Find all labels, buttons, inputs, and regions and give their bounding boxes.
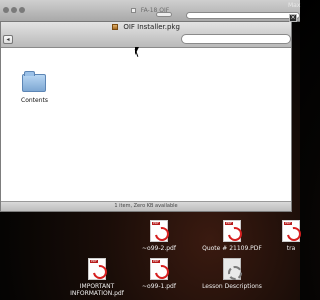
pdf-icon: PDF — [223, 220, 241, 242]
title-bar[interactable]: OIF Installer.pkg ◂ — [1, 22, 291, 48]
desktop-file-o99-2[interactable]: PDF ~o99-2.pdf — [136, 220, 182, 252]
package-icon — [112, 24, 119, 30]
desktop-corner-label: Max — [288, 2, 301, 9]
desktop-file-important-information[interactable]: PDF IMPORTANT INFORMATION.pdf — [70, 258, 124, 297]
desktop-file-o99-1[interactable]: PDF ~o99-1.pdf — [136, 258, 182, 290]
back-button[interactable]: ◂ — [3, 35, 13, 44]
desktop-file-label: tra — [286, 245, 296, 252]
status-bar: 1 item, Zero KB available — [1, 201, 291, 211]
desktop-file-label: ~o99-1.pdf — [142, 283, 176, 290]
window-title: OIF Installer.pkg — [1, 23, 291, 31]
status-text: 1 item, Zero KB available — [114, 203, 178, 209]
folder-item-contents[interactable]: Contents — [21, 71, 48, 118]
desktop-file-label: Quote # 21109.PDF — [202, 245, 262, 252]
pdf-icon: PDF — [282, 220, 300, 242]
desktop-file-quote[interactable]: PDF Quote # 21109.PDF — [196, 220, 268, 252]
window-icon — [130, 8, 136, 13]
desktop-file-label: Lesson Descriptions — [202, 283, 262, 290]
toolbar-toggle-button[interactable] — [156, 12, 172, 17]
background-search-field[interactable] — [186, 12, 300, 19]
background-finder-window[interactable]: FA-18 OIF — [0, 0, 300, 22]
mouse-cursor-icon — [135, 47, 139, 55]
document-icon — [223, 258, 242, 280]
folder-label: Contents — [21, 97, 48, 104]
close-icon[interactable]: × — [289, 14, 297, 22]
desktop-file-label: IMPORTANT INFORMATION.pdf — [70, 283, 124, 297]
search-input[interactable] — [181, 34, 291, 44]
back-arrow-icon: ◂ — [6, 36, 10, 43]
finder-window[interactable]: OIF Installer.pkg ◂ Contents 1 item, Zer… — [0, 22, 292, 212]
desktop-file-partial[interactable]: PDF tra — [282, 220, 300, 252]
file-list-area[interactable]: Contents — [1, 48, 291, 202]
desktop-file-label: ~o99-2.pdf — [142, 245, 176, 252]
pdf-icon: PDF — [150, 220, 168, 242]
window-title-text: OIF Installer.pkg — [123, 23, 180, 31]
desktop-file-lesson-descriptions[interactable]: Lesson Descriptions — [200, 258, 264, 290]
folder-icon — [22, 71, 46, 92]
pdf-icon: PDF — [150, 258, 168, 280]
pdf-icon: PDF — [88, 258, 106, 280]
